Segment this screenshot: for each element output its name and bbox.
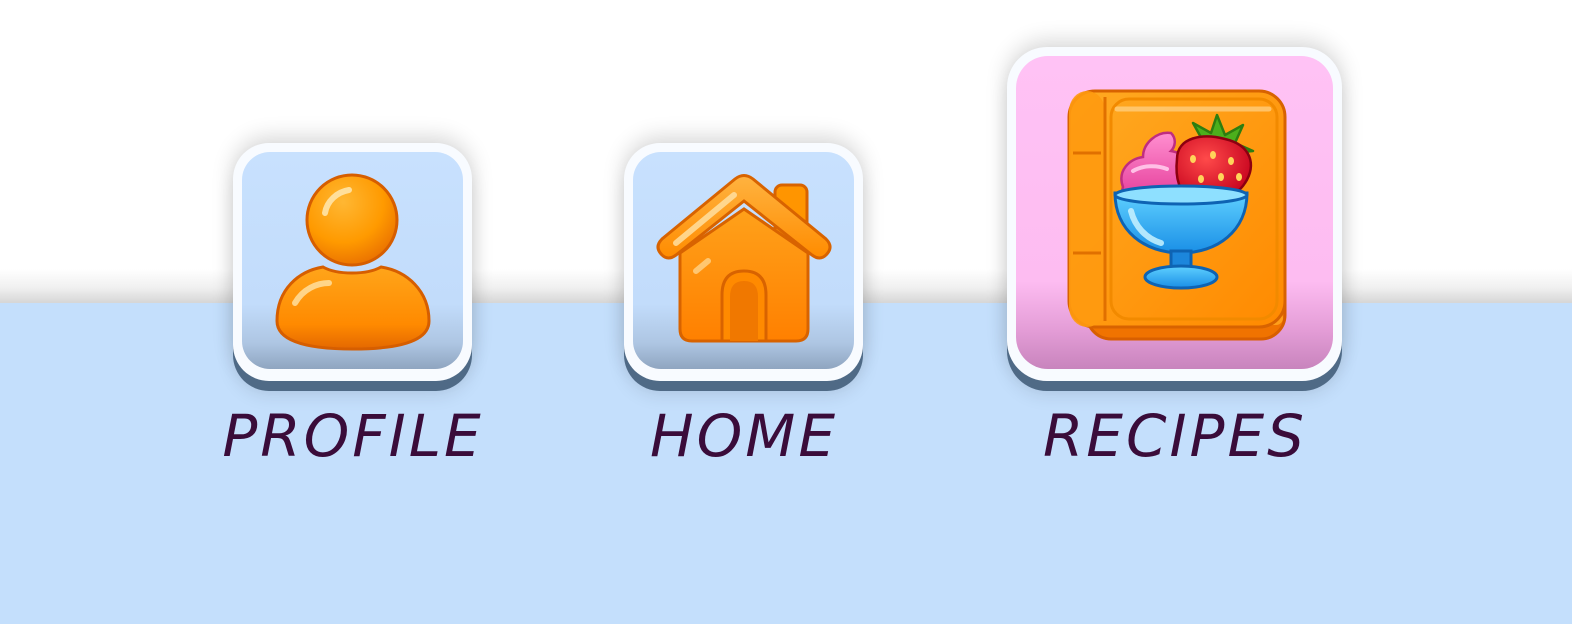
house-icon bbox=[656, 174, 832, 343]
profile-button[interactable] bbox=[233, 143, 472, 381]
recipes-label: RECIPES bbox=[1043, 402, 1307, 470]
profile-label: PROFILE bbox=[222, 402, 484, 470]
person-icon bbox=[275, 173, 431, 351]
home-button[interactable] bbox=[624, 143, 863, 381]
recipes-button[interactable] bbox=[1007, 47, 1342, 381]
recipe-book-icon bbox=[1067, 89, 1287, 341]
home-label: HOME bbox=[650, 402, 838, 470]
